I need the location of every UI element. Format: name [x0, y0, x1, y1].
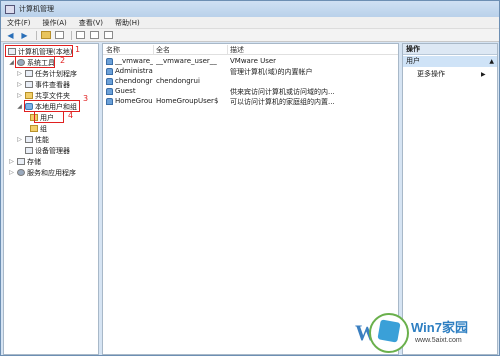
performance-icon [25, 136, 33, 143]
tree-item-storage[interactable]: ▷ 存储 [8, 156, 41, 167]
menu-help[interactable]: 帮助(H) [115, 18, 140, 28]
refresh-icon[interactable] [75, 30, 86, 40]
menu-bar: 文件(F) 操作(A) 查看(V) 帮助(H) [1, 17, 499, 29]
event-viewer-icon [25, 81, 33, 88]
collapse-icon[interactable]: ◢ [16, 103, 23, 110]
annotation-box-4 [34, 111, 64, 123]
tree-item-label: 共享文件夹 [35, 91, 70, 100]
cell-name: HomeGrou... [115, 97, 153, 105]
windows-flag-icon [377, 319, 401, 343]
shared-folder-icon [25, 92, 33, 99]
toolbar: ◀ ▶ [1, 29, 499, 42]
show-hide-tree-icon[interactable] [54, 30, 65, 40]
cell-fullname: HomeGroupUser$ [156, 97, 219, 105]
tree-item-event-viewer[interactable]: ▷ 事件查看器 [16, 79, 70, 90]
list-header: 名称 全名 描述 [103, 44, 398, 55]
actions-section-users[interactable]: 用户 ▲ [403, 56, 497, 67]
column-header-name[interactable]: 名称 [106, 45, 120, 55]
toolbar-divider [36, 30, 37, 40]
column-divider[interactable] [153, 45, 154, 54]
actions-pane: 操作 用户 ▲ 更多操作 ▶ [402, 43, 498, 355]
cell-name: __vmware_u... [115, 57, 153, 65]
forward-icon[interactable]: ▶ [19, 30, 30, 40]
cell-description: VMware User [230, 57, 277, 65]
user-list-pane: 名称 全名 描述 __vmware_u... __vmware_user__ V… [102, 43, 399, 355]
tree-item-label: 事件查看器 [35, 80, 70, 89]
table-row[interactable]: chendongrui chendongrui [103, 77, 398, 87]
column-header-fullname[interactable]: 全名 [156, 45, 170, 55]
folder-icon [30, 125, 38, 132]
table-row[interactable]: Guest 供来宾访问计算机或访问域的内... [103, 87, 398, 97]
collapse-icon[interactable]: ◢ [8, 59, 15, 66]
device-manager-icon [25, 147, 33, 154]
tree-item-device-manager[interactable]: 设备管理器 [16, 145, 70, 156]
cell-description: 可以访问计算机的家庭组的内置... [230, 98, 335, 106]
expand-icon[interactable]: ▷ [16, 81, 23, 88]
cell-fullname: chendongrui [156, 77, 200, 85]
storage-icon [17, 158, 25, 165]
cell-name: chendongrui [115, 77, 153, 85]
tree-item-label: 服务和应用程序 [27, 168, 76, 177]
user-icon [106, 88, 113, 95]
up-folder-icon[interactable] [40, 30, 51, 40]
toolbar-divider [71, 30, 72, 40]
tree-item-label: 性能 [35, 135, 49, 144]
watermark-brand: Win7家园 [411, 320, 468, 335]
tree-item-groups[interactable]: 组 [28, 123, 47, 134]
expand-icon[interactable]: ▷ [16, 70, 23, 77]
column-divider[interactable] [227, 45, 228, 54]
expand-icon[interactable]: ▷ [8, 169, 15, 176]
app-icon [5, 4, 15, 14]
annotation-number-3: 3 [83, 94, 89, 103]
computer-management-window: 计算机管理 文件(F) 操作(A) 查看(V) 帮助(H) ◀ ▶ 计算机管理(… [0, 0, 500, 356]
cell-description: 供来宾访问计算机或访问域的内... [230, 88, 335, 96]
tree-item-services-apps[interactable]: ▷ 服务和应用程序 [8, 167, 76, 178]
table-row[interactable]: HomeGrou... HomeGroupUser$ 可以访问计算机的家庭组的内… [103, 97, 398, 107]
user-icon [106, 78, 113, 85]
tree-item-label: 组 [40, 124, 47, 133]
console-tree: 计算机管理(本地) ◢ 系统工具 ▷ 任务计划程序 ▷ 事件查看器 ▷ 共享文件… [3, 43, 99, 355]
cell-name: Administrat... [115, 67, 153, 75]
clock-icon [25, 70, 33, 77]
watermark-logo: Win7家园 www.5aixt.com [363, 311, 497, 355]
table-row[interactable]: __vmware_u... __vmware_user__ VMware Use… [103, 57, 398, 67]
user-icon [106, 68, 113, 75]
back-icon[interactable]: ◀ [5, 30, 16, 40]
more-actions-label: 更多操作 [417, 70, 445, 78]
menu-action[interactable]: 操作(A) [43, 18, 67, 28]
export-list-icon[interactable] [89, 30, 100, 40]
cell-description: 管理计算机(域)的内置帐户 [230, 68, 313, 76]
help-icon[interactable] [103, 30, 114, 40]
annotation-number-1: 1 [75, 45, 81, 54]
menu-file[interactable]: 文件(F) [7, 18, 31, 28]
collapse-up-icon[interactable]: ▲ [489, 56, 494, 67]
window-title: 计算机管理 [19, 5, 54, 13]
tree-item-label: 存储 [27, 157, 41, 166]
table-row[interactable]: Administrat... 管理计算机(域)的内置帐户 [103, 67, 398, 77]
column-header-description[interactable]: 描述 [230, 45, 244, 55]
tree-item-label: 设备管理器 [35, 146, 70, 155]
annotation-box-2 [15, 56, 55, 68]
actions-header: 操作 [403, 44, 497, 55]
menu-view[interactable]: 查看(V) [79, 18, 103, 28]
cell-fullname: __vmware_user__ [156, 57, 217, 65]
title-bar: 计算机管理 [1, 1, 499, 17]
user-icon [106, 58, 113, 65]
tree-item-performance[interactable]: ▷ 性能 [16, 134, 49, 145]
expand-icon[interactable]: ▷ [16, 136, 23, 143]
more-actions-link[interactable]: 更多操作 ▶ [417, 69, 486, 80]
annotation-number-2: 2 [60, 56, 66, 65]
cell-name: Guest [115, 87, 136, 95]
expand-icon[interactable]: ▷ [8, 158, 15, 165]
user-icon [106, 98, 113, 105]
services-icon [17, 169, 25, 176]
tree-item-label: 任务计划程序 [35, 69, 77, 78]
submenu-arrow-icon: ▶ [481, 71, 486, 78]
watermark-url: www.5aixt.com [415, 337, 462, 344]
annotation-number-4: 4 [68, 111, 74, 120]
expand-icon[interactable]: ▷ [16, 92, 23, 99]
tree-item-task-scheduler[interactable]: ▷ 任务计划程序 [16, 68, 77, 79]
actions-section-label: 用户 [406, 57, 420, 65]
